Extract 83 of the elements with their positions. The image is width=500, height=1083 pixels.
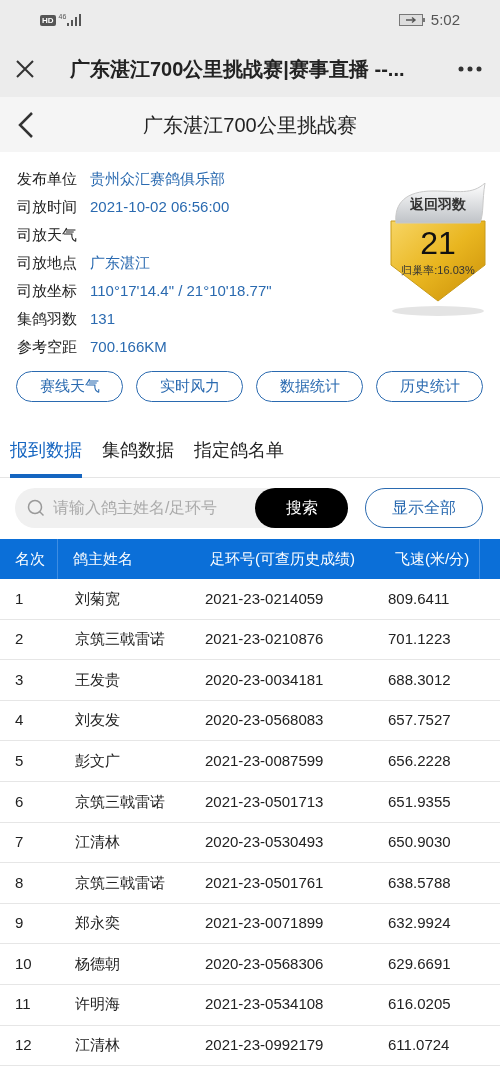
column-header: 飞速(米/分) [380, 539, 480, 579]
table-cell-text: 2021-23-0071899 [204, 913, 325, 934]
hd-icon: HD [40, 14, 56, 26]
table-cell-text: 2 [14, 629, 25, 650]
table-cell-text: 657.7527 [387, 710, 452, 731]
tab[interactable]: 报到数据 [10, 426, 82, 478]
info-value: 贵州众汇赛鸽俱乐部 [90, 168, 225, 189]
table-cell-text: 3 [14, 669, 25, 690]
info-label: 发布单位 [17, 168, 78, 189]
table-cell-text: 2021-23-0210876 [204, 629, 325, 650]
table-cell-text: 杨德朝 [74, 953, 121, 974]
table-cell-text: 8 [14, 872, 25, 893]
table-cell-text: 京筑三戟雷诺 [74, 872, 166, 893]
back-icon [18, 110, 34, 139]
column-header: 鸽主姓名 [72, 548, 134, 569]
tab[interactable]: 集鸽数据 [102, 426, 174, 478]
search-icon [27, 499, 45, 517]
table-cell-text: 2021-23-0501761 [204, 872, 325, 893]
table-cell-text: 7 [14, 832, 25, 853]
table-cell-text: 11 [14, 994, 32, 1015]
return-count: 21 [420, 224, 456, 263]
column-header: 足环号(可查历史成绩) [209, 548, 356, 569]
info-value: 131 [90, 308, 116, 329]
clock-time: 5:02 [430, 9, 460, 30]
info-label: 司放地点 [17, 252, 78, 273]
table-cell-text: 2021-23-0992179 [204, 1035, 325, 1056]
table-cell-text: 2021-23-0214059 [204, 588, 325, 609]
table-cell-text: 江清林 [74, 1035, 121, 1056]
table-cell-text: 638.5788 [387, 872, 452, 893]
table-cell-text: 京筑三戟雷诺 [74, 791, 166, 812]
table-cell-text: 1 [14, 588, 25, 609]
table-cell-text: 2021-23-0501713 [204, 791, 325, 812]
table-cell-text: 刘菊宽 [74, 588, 121, 609]
page-title: 广东湛江700公里挑战赛 [143, 112, 357, 138]
browser-title: 广东湛江700公里挑战赛|赛事直播 --... [69, 56, 406, 82]
table-cell-text: 10 [14, 953, 33, 974]
info-label: 参考空距 [17, 336, 78, 357]
badge-title: 返回羽数 [410, 195, 466, 213]
table-cell-text: 701.1223 [387, 629, 452, 650]
table-cell-text: 彭文广 [74, 750, 121, 771]
table-cell-text: 656.2228 [387, 750, 452, 771]
table-cell-text: 632.9924 [387, 913, 452, 934]
table-cell-text: 2021-23-0534108 [204, 994, 325, 1015]
search-button[interactable]: 搜索 [255, 488, 348, 528]
table-cell-text: 王发贵 [74, 669, 121, 690]
tab[interactable]: 指定鸽名单 [194, 426, 284, 478]
info-label: 司放时间 [17, 196, 78, 217]
table-cell-text: 2020-23-0568306 [204, 953, 325, 974]
table-cell-text: 629.6691 [387, 953, 452, 974]
table-cell-text: 2020-23-0530493 [204, 832, 325, 853]
table-cell-text: 616.0205 [387, 994, 452, 1015]
column-header: 名次 [0, 539, 58, 579]
table-cell-text: 郑永奕 [74, 913, 121, 934]
info-value: 2021-10-02 06:56:00 [90, 196, 230, 217]
more-icon [458, 65, 482, 72]
battery-charging-icon [398, 14, 426, 26]
info-value: 700.166KM [90, 336, 167, 357]
table-cell-text: 611.0724 [387, 1035, 451, 1056]
signal-icon [67, 14, 82, 26]
table-cell-text: 江清林 [74, 832, 121, 853]
table-cell-text: 12 [14, 1035, 33, 1056]
info-label: 司放坐标 [17, 280, 78, 301]
table-cell-text: 2020-23-0568083 [204, 710, 325, 731]
info-label: 司放天气 [17, 224, 78, 245]
search-field[interactable]: 请输入鸽主姓名/足环号 搜索 [15, 488, 348, 528]
table-cell-text: 4 [14, 710, 25, 731]
table-cell-text: 许明海 [74, 994, 121, 1015]
close-icon [15, 58, 35, 79]
table-cell-text: 5 [14, 750, 25, 771]
info-label: 集鸽羽数 [17, 308, 78, 329]
table-cell-text: 688.3012 [387, 669, 452, 690]
return-rate: 归巢率:16.03% [401, 263, 475, 277]
table-cell-text: 6 [14, 791, 25, 812]
table-cell-text: 刘友发 [74, 710, 121, 731]
table-cell-text: 2020-23-0034181 [204, 669, 325, 690]
table-cell-text: 9 [14, 913, 25, 934]
table-cell-text: 651.9355 [387, 791, 452, 812]
table-cell-text: 650.9030 [387, 832, 452, 853]
table-cell-text: 京筑三戟雷诺 [74, 629, 166, 650]
info-value: 110°17'14.4" / 21°10'18.77" [90, 280, 272, 301]
table-cell-text: 809.6411 [387, 588, 451, 609]
table-cell-text: 2021-23-0087599 [204, 750, 325, 771]
info-value: 广东湛江 [90, 252, 150, 273]
